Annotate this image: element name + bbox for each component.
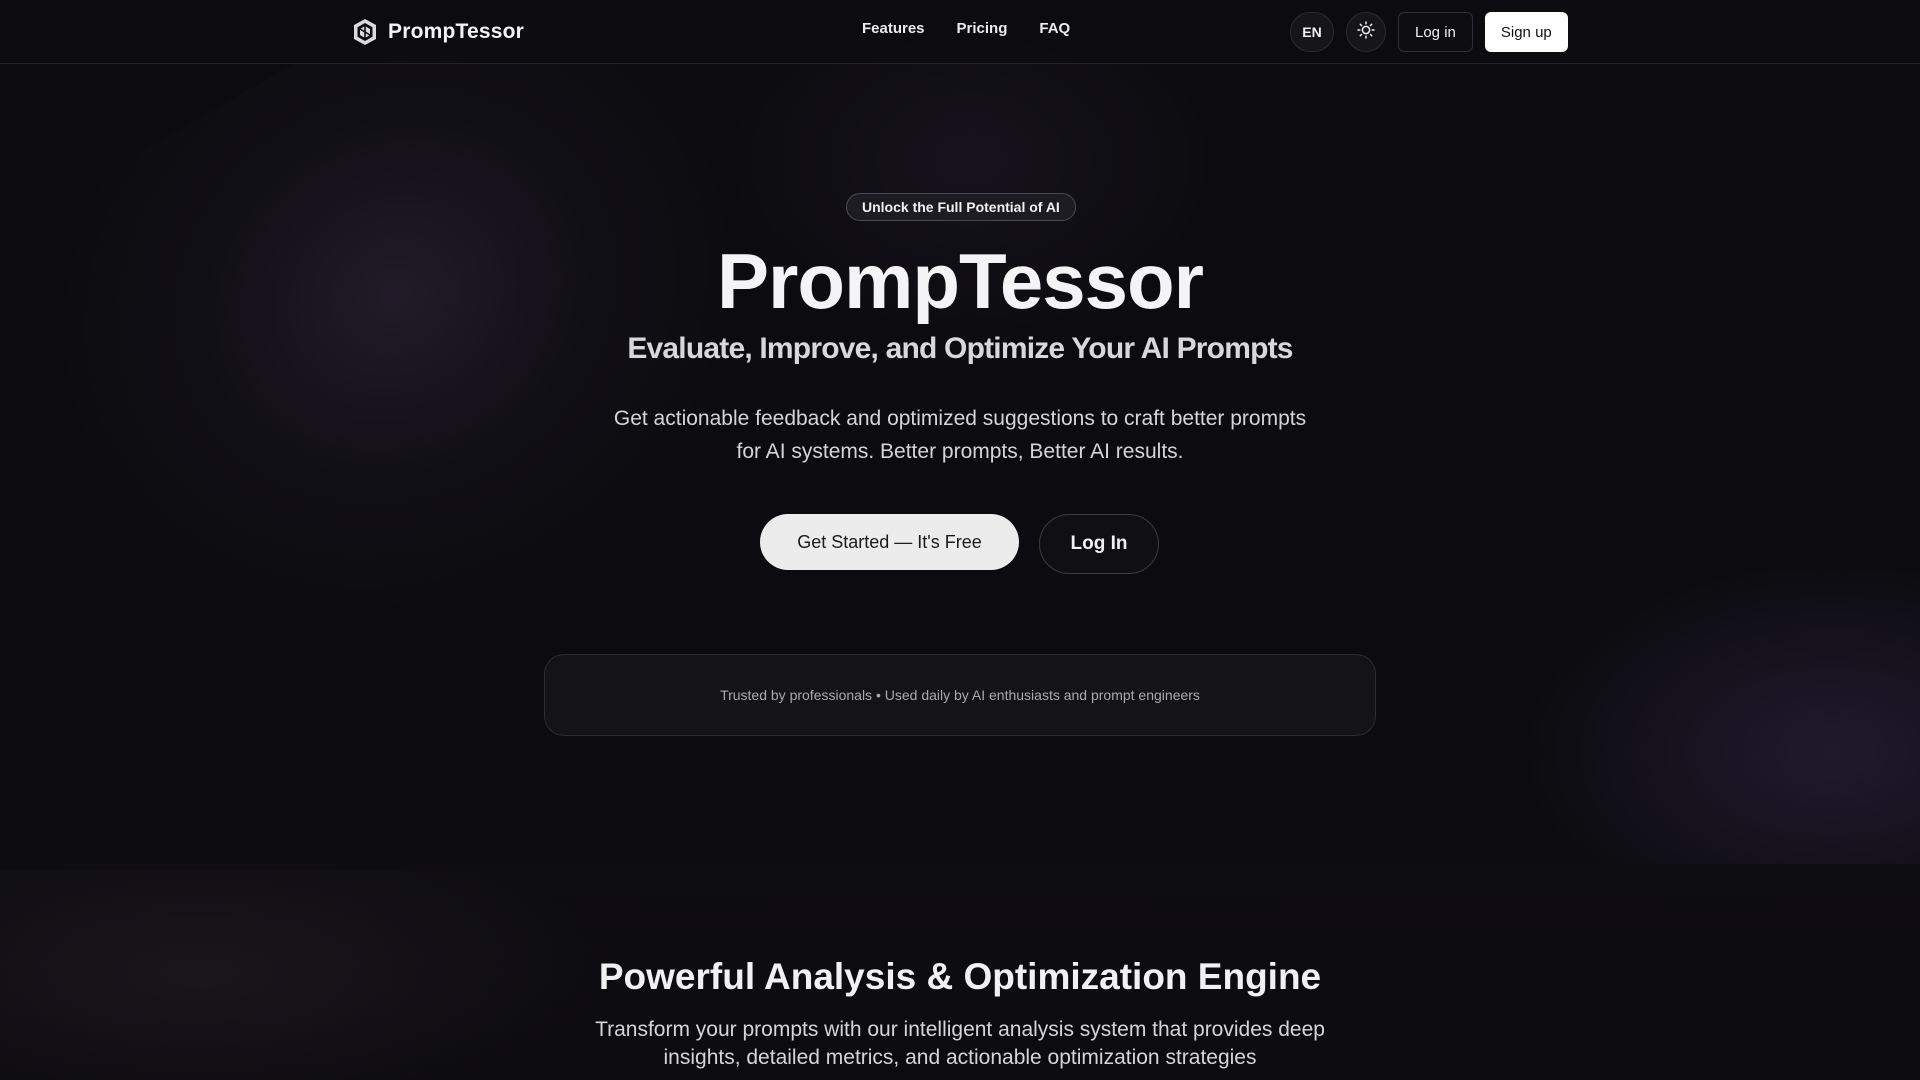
hero-title: PrompTessor	[716, 237, 1204, 325]
theme-toggle-button[interactable]	[1346, 12, 1386, 52]
features-section-description: Transform your prompts with our intellig…	[595, 1018, 1325, 1069]
main-nav: Features Pricing FAQ	[862, 20, 1070, 37]
nav-link-pricing[interactable]: Pricing	[957, 20, 1008, 37]
language-selector-button[interactable]: EN	[1290, 12, 1334, 52]
hero-login-button[interactable]: Log In	[1039, 514, 1159, 574]
trust-banner: Trusted by professionals • Used daily by…	[544, 654, 1376, 736]
top-navigation-bar: PrompTessor Features Pricing FAQ EN Log …	[0, 0, 1920, 64]
sun-icon	[1357, 20, 1375, 44]
background-glow	[1520, 560, 1920, 880]
hero-badge: Unlock the Full Potential of AI	[846, 193, 1076, 221]
nav-link-features[interactable]: Features	[862, 20, 925, 37]
background-glow	[0, 0, 854, 738]
nav-link-faq[interactable]: FAQ	[1039, 20, 1070, 37]
trust-text: Trusted by professionals • Used daily by…	[720, 687, 1200, 703]
features-section-title: Powerful Analysis & Optimization Engine	[598, 956, 1322, 997]
get-started-button[interactable]: Get Started — It's Free	[760, 514, 1019, 570]
header-signup-button[interactable]: Sign up	[1484, 12, 1568, 52]
header-actions: EN Log in Sign up	[1290, 12, 1568, 52]
hero-description: Get actionable feedback and optimized su…	[613, 407, 1307, 463]
brand-name: PrompTessor	[388, 20, 525, 43]
hero-subtitle: Evaluate, Improve, and Optimize Your AI …	[627, 332, 1293, 365]
logo-icon	[352, 18, 378, 46]
header-login-button[interactable]: Log in	[1398, 12, 1473, 52]
landing-page: PrompTessor Features Pricing FAQ EN Log …	[0, 0, 1920, 1080]
brand-logo-link[interactable]: PrompTessor	[352, 16, 524, 48]
